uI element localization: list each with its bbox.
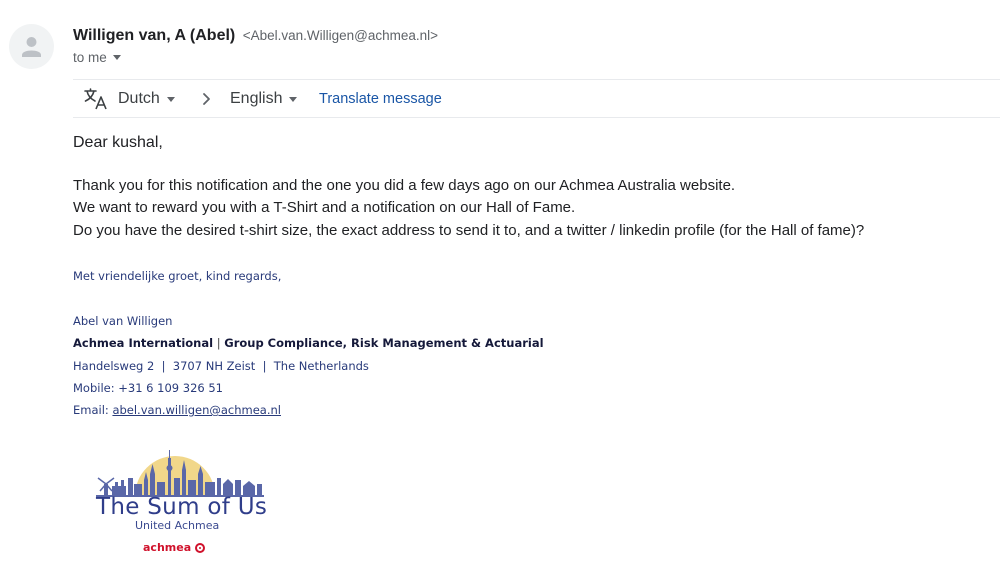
- sum-of-us-logo: The Sum of Us United Achmea achmea: [90, 444, 270, 562]
- logo-title: The Sum of Us: [96, 494, 268, 520]
- signature-email-label: Email:: [73, 403, 113, 417]
- signature-company-name: Achmea International: [73, 336, 214, 350]
- logo-subtitle: United Achmea: [135, 519, 220, 532]
- sender-avatar[interactable]: [9, 24, 54, 69]
- chevron-down-icon: [166, 96, 175, 102]
- achmea-brand: achmea: [143, 541, 206, 554]
- recipient-details-toggle[interactable]: to me: [73, 50, 121, 65]
- person-icon: [22, 37, 41, 57]
- message-greeting: Dear kushal,: [73, 134, 163, 151]
- target-language-label: English: [230, 90, 283, 107]
- source-language-select[interactable]: Dutch: [118, 88, 175, 110]
- achmea-logo-icon: [195, 542, 206, 553]
- message-line: We want to reward you with a T-Shirt and…: [73, 199, 576, 217]
- message-line: Do you have the desired t-shirt size, th…: [73, 221, 865, 239]
- sender-line: Willigen van, A (Abel) <Abel.van.Willige…: [73, 26, 438, 46]
- message-line: Thank you for this notification and the …: [73, 177, 736, 194]
- signature-name: Abel van Willigen: [73, 314, 173, 328]
- signature-separator: |: [213, 336, 225, 350]
- signature-email: Email: abel.van.willigen@achmea.nl: [73, 402, 281, 418]
- translate-icon: [84, 88, 107, 110]
- sender-email: <Abel.van.Willigen@achmea.nl>: [242, 28, 438, 43]
- recipient-label: to me: [73, 50, 107, 65]
- signature-mobile: Mobile: +31 6 109 326 51: [73, 381, 223, 395]
- target-language-select[interactable]: English: [230, 88, 298, 110]
- chevron-down-icon: [289, 96, 298, 102]
- translate-message-link[interactable]: Translate message: [319, 89, 442, 109]
- chevron-right-icon: [203, 93, 210, 105]
- message-paragraph: Thank you for this notification and the …: [73, 175, 864, 242]
- sender-name[interactable]: Willigen van, A (Abel): [73, 27, 235, 44]
- signature-company: Achmea International | Group Compliance,…: [73, 335, 544, 351]
- signature-email-link[interactable]: abel.van.willigen@achmea.nl: [112, 403, 281, 417]
- source-language-label: Dutch: [118, 90, 160, 107]
- translate-bar: Dutch English Translate message: [73, 79, 1000, 118]
- chevron-down-icon: [112, 55, 121, 60]
- signature-regards: Met vriendelijke groet, kind regards,: [73, 269, 282, 283]
- signature-department: Group Compliance, Risk Management & Actu…: [224, 336, 544, 350]
- achmea-brand-text: achmea: [143, 541, 192, 554]
- signature-address: Handelsweg 2 | 3707 NH Zeist | The Nethe…: [73, 359, 369, 373]
